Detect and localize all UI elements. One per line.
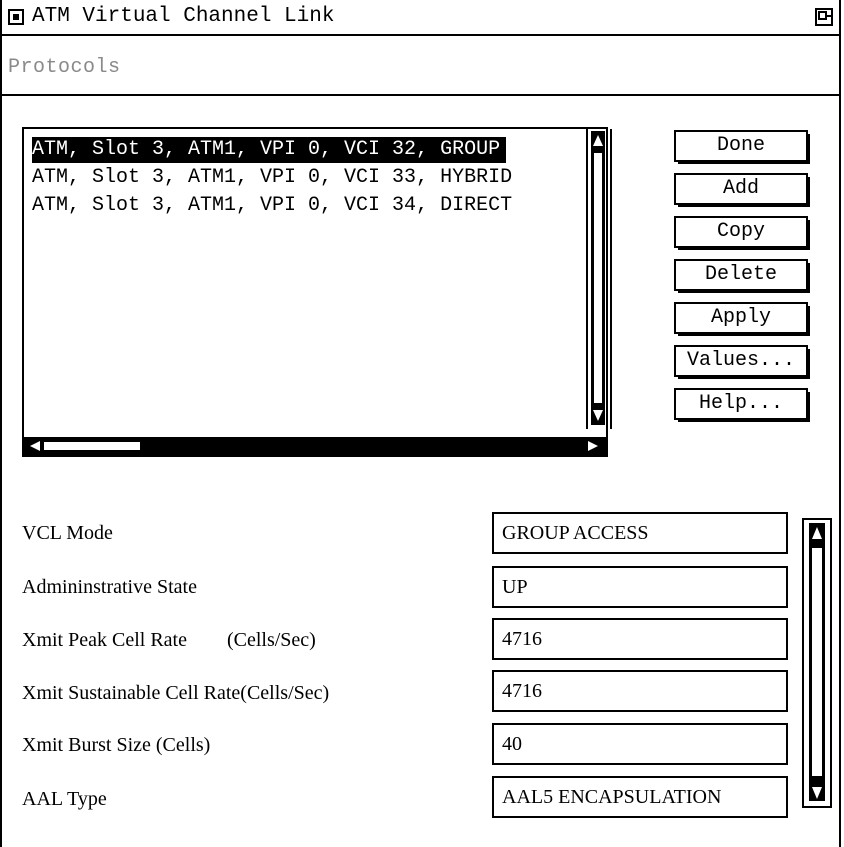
list-vertical-scrollbar[interactable] <box>586 129 606 429</box>
aal-type-field[interactable]: AAL5 ENCAPSULATION <box>492 776 788 818</box>
title-bar[interactable]: ATM Virtual Channel Link <box>2 0 839 36</box>
scroll-down-icon <box>812 787 822 799</box>
aal-type-label: AAL Type <box>22 788 107 810</box>
fields-vertical-scrollbar[interactable] <box>802 518 832 808</box>
done-button[interactable]: Done <box>674 130 810 164</box>
horizontal-scroll-thumb <box>44 442 140 450</box>
vc-list[interactable]: ATM, Slot 3, ATM1, VPI 0, VCI 32, GROUP … <box>24 129 612 429</box>
values-button[interactable]: Values... <box>674 345 810 379</box>
sustainable-cell-rate-label: Xmit Sustainable Cell Rate(Cells/Sec) <box>22 682 330 704</box>
fields-scroll-arrows <box>812 527 822 799</box>
help-button[interactable]: Help... <box>674 388 810 422</box>
sustainable-cell-rate-field[interactable]: 4716 <box>492 670 788 712</box>
admin-state-field[interactable]: UP <box>492 566 788 608</box>
vcl-mode-label: VCL Mode <box>22 522 113 544</box>
horizontal-scroll-track <box>30 441 598 451</box>
list-horizontal-scrollbar[interactable] <box>24 437 606 455</box>
peak-cell-rate-label: Xmit Peak Cell Rate (Cells/Sec) <box>22 629 316 651</box>
vcl-mode-field[interactable]: GROUP ACCESS <box>492 512 788 554</box>
scroll-up-icon <box>812 527 822 539</box>
atm-vcl-window: ATM Virtual Channel Link Protocols ATM, … <box>0 0 841 847</box>
burst-size-label: Xmit Burst Size (Cells) <box>22 734 211 756</box>
scroll-left-icon <box>30 441 40 451</box>
delete-button[interactable]: Delete <box>674 259 810 293</box>
scroll-right-icon <box>588 441 598 451</box>
vc-list-box[interactable]: ATM, Slot 3, ATM1, VPI 0, VCI 32, GROUP … <box>22 127 612 457</box>
list-item[interactable]: ATM, Slot 3, ATM1, VPI 0, VCI 34, DIRECT <box>32 193 518 219</box>
vertical-scroll-track <box>591 131 605 425</box>
admin-state-label: Admininstrative State <box>22 576 197 598</box>
window-title: ATM Virtual Channel Link <box>32 5 335 28</box>
apply-button[interactable]: Apply <box>674 302 810 336</box>
copy-button[interactable]: Copy <box>674 216 810 250</box>
peak-cell-rate-field[interactable]: 4716 <box>492 618 788 660</box>
restore-icon[interactable] <box>815 8 833 26</box>
add-button[interactable]: Add <box>674 173 810 207</box>
menu-protocols[interactable]: Protocols <box>8 56 121 79</box>
list-item[interactable]: ATM, Slot 3, ATM1, VPI 0, VCI 33, HYBRID <box>32 165 518 191</box>
menu-bar: Protocols <box>2 36 839 96</box>
list-item-selected[interactable]: ATM, Slot 3, ATM1, VPI 0, VCI 32, GROUP <box>32 137 507 163</box>
burst-size-field[interactable]: 40 <box>492 723 788 765</box>
window-menu-icon[interactable] <box>8 9 24 25</box>
